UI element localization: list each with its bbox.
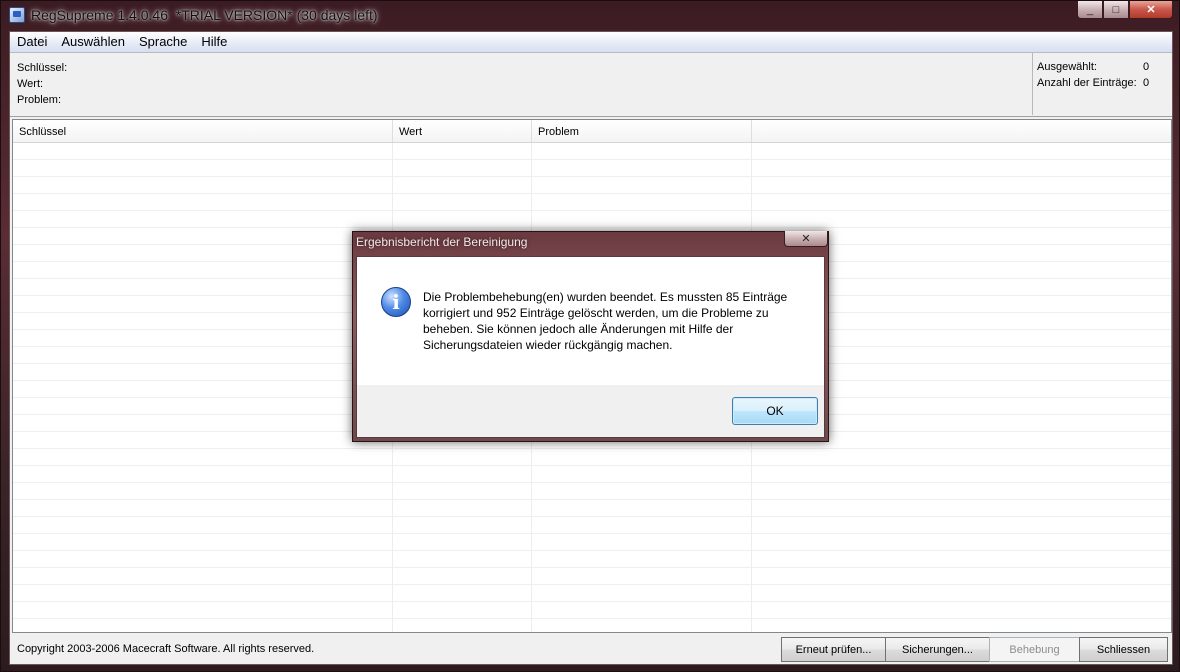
entries-count: 0 — [1143, 77, 1150, 89]
selected-label: Ausgewählt: — [1037, 61, 1097, 73]
menu-hilfe[interactable]: Hilfe — [194, 32, 234, 52]
dialog-body: i Die Problembehebung(en) wurden beendet… — [356, 256, 825, 438]
action-buttons: Erneut prüfen... Sicherungen... Behebung… — [781, 637, 1168, 662]
ok-button[interactable]: OK — [732, 397, 818, 425]
app-icon[interactable] — [9, 7, 25, 23]
menu-sprache[interactable]: Sprache — [132, 32, 194, 52]
caption-buttons: _ □ ✕ — [1077, 1, 1173, 21]
rescan-button[interactable]: Erneut prüfen... — [781, 637, 886, 662]
close-window-button[interactable]: ✕ — [1129, 1, 1173, 19]
dialog-title: Ergebnisbericht der Bereinigung — [356, 235, 528, 249]
entries-label: Anzahl der Einträge: — [1037, 77, 1137, 89]
window-title: RegSupreme 1.4.0.46 *TRIAL VERSION* (30 … — [31, 7, 378, 23]
list-header: Schlüssel Wert Problem — [13, 120, 1171, 143]
status-bar: Copyright 2003-2006 Macecraft Software. … — [10, 633, 1172, 664]
value-label: Wert: — [17, 78, 44, 90]
minimize-button[interactable]: _ — [1077, 1, 1103, 19]
selected-count: 0 — [1143, 61, 1150, 73]
information-icon: i — [381, 287, 411, 317]
details-left: Schlüssel: Wert: Problem: — [17, 60, 67, 108]
title-bar[interactable]: RegSupreme 1.4.0.46 *TRIAL VERSION* (30 … — [1, 1, 1180, 29]
dialog-message: Die Problembehebung(en) wurden beendet. … — [423, 290, 788, 352]
maximize-button[interactable]: □ — [1103, 1, 1129, 19]
cleanup-report-dialog: Ergebnisbericht der Bereinigung ✕ i Die … — [352, 231, 829, 442]
close-button[interactable]: Schliessen — [1079, 637, 1168, 662]
key-label: Schlüssel: — [17, 62, 68, 74]
dialog-close-button[interactable]: ✕ — [784, 231, 828, 247]
fix-button[interactable]: Behebung — [989, 637, 1080, 662]
dialog-footer: OK — [357, 385, 824, 437]
column-header-problem[interactable]: Problem — [532, 120, 752, 142]
copyright-text: Copyright 2003-2006 Macecraft Software. … — [17, 643, 315, 655]
details-panel: Schlüssel: Wert: Problem: Ausgewählt: 0 … — [10, 53, 1172, 117]
menu-datei[interactable]: Datei — [10, 32, 54, 52]
problem-label: Problem: — [17, 94, 62, 106]
column-header-key[interactable]: Schlüssel — [13, 120, 393, 142]
menu-auswaehlen[interactable]: Auswählen — [54, 32, 132, 52]
app-window: RegSupreme 1.4.0.46 *TRIAL VERSION* (30 … — [0, 0, 1180, 672]
backups-button[interactable]: Sicherungen... — [885, 637, 990, 662]
summary-panel: Ausgewählt: 0 Anzahl der Einträge: 0 — [1032, 53, 1173, 115]
menu-bar: Datei Auswählen Sprache Hilfe — [10, 32, 1172, 53]
column-header-value[interactable]: Wert — [393, 120, 532, 142]
